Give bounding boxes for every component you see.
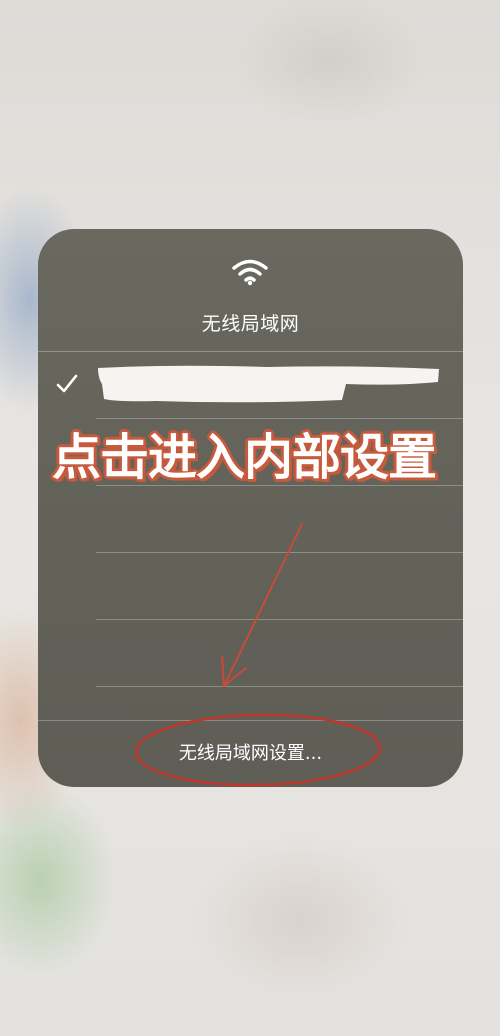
panel-title: 无线局域网: [201, 313, 300, 335]
row-divider: [96, 686, 463, 687]
wifi-icon: [232, 259, 268, 286]
annotation-caption: 点击进入内部设置: [52, 429, 437, 486]
network-row-empty[interactable]: [38, 620, 463, 686]
wifi-panel: 无线局域网 无线局域网设置...: [38, 229, 463, 787]
checkmark-icon: [56, 374, 78, 393]
network-row-empty[interactable]: [38, 486, 463, 552]
network-row-empty[interactable]: [38, 553, 463, 619]
panel-header: 无线局域网: [38, 229, 463, 351]
network-row-connected[interactable]: [38, 352, 463, 418]
network-name-redacted: [98, 365, 439, 403]
wifi-settings-link[interactable]: 无线局域网设置...: [38, 721, 463, 787]
